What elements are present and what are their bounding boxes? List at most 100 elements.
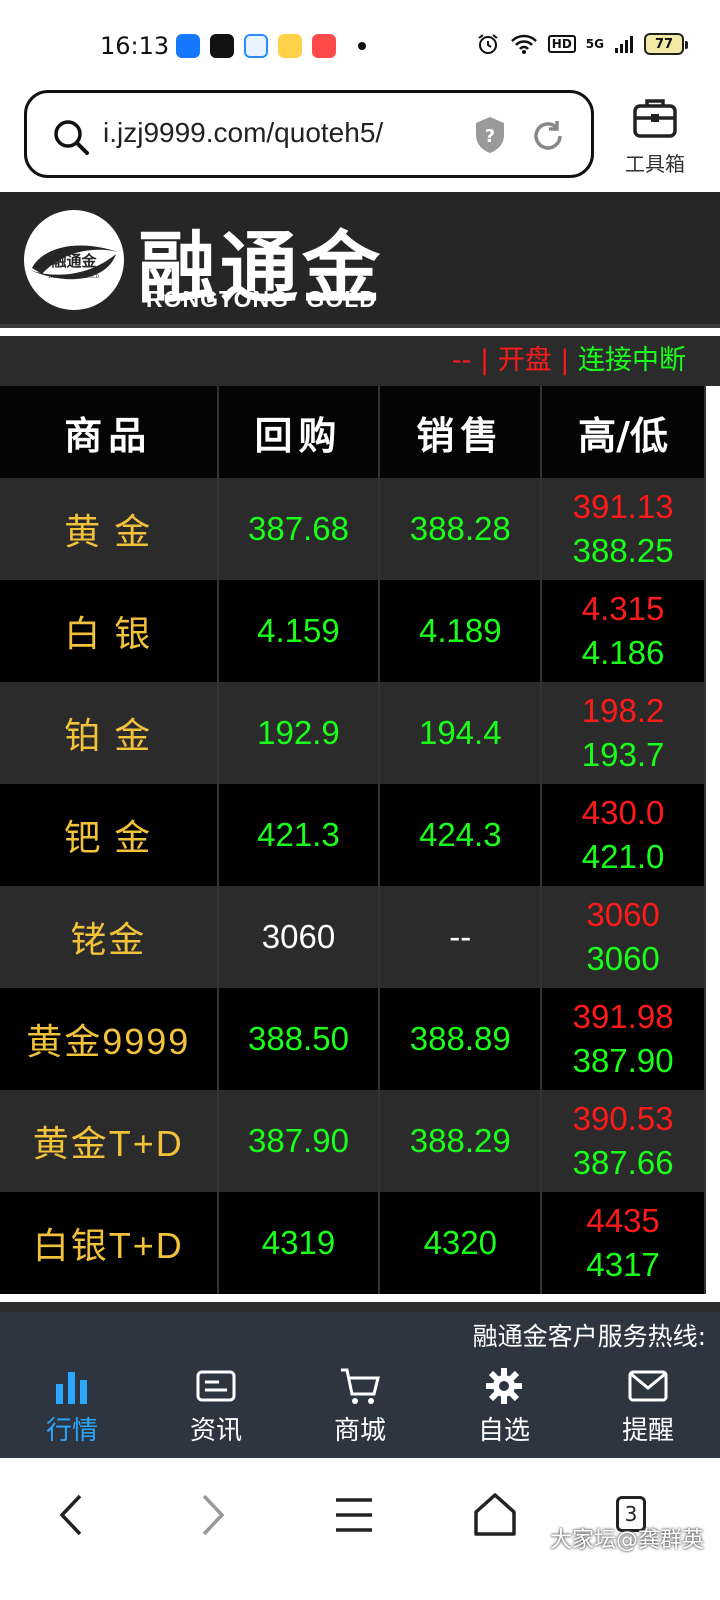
back-icon[interactable] (52, 1490, 92, 1540)
tab-label: 提醒 (621, 1416, 674, 1446)
market-state: 开盘 (497, 345, 552, 376)
high-low-cell: 198.2 193.7 (541, 682, 706, 784)
high-low-cell: 430.0 421.0 (541, 784, 706, 886)
tab-quotes[interactable]: 行情 (0, 1362, 144, 1458)
high-price: 390.53 (572, 1100, 674, 1137)
wallet-icon (278, 34, 302, 58)
high-price: 391.13 (572, 488, 674, 525)
address-bar[interactable]: i.jzj9999.com/quoteh5/ ? (24, 90, 594, 178)
alipay-icon (176, 34, 200, 58)
sell-price: 424.3 (379, 784, 543, 886)
rongtong-logo: 融通金 RONG TONG GOLD (24, 210, 124, 310)
high-low-cell: 391.13 388.25 (541, 478, 706, 580)
browser-app-icon (244, 34, 268, 58)
tab-alerts[interactable]: 提醒 (576, 1362, 720, 1458)
url-text[interactable]: i.jzj9999.com/quoteh5/ (103, 117, 383, 149)
tab-label: 资讯 (189, 1416, 242, 1446)
product-name: 铂 金 (0, 682, 219, 784)
signal-icon (615, 36, 633, 53)
home-icon[interactable] (472, 1490, 518, 1540)
product-name: 钯 金 (0, 784, 219, 886)
shield-icon[interactable]: ? (473, 115, 507, 155)
table-row[interactable]: 黄 金 387.68 388.28 391.13 388.25 (0, 478, 706, 580)
table-bottom-strip (0, 1302, 720, 1312)
sell-price: -- (379, 886, 543, 988)
low-price: 388.25 (572, 532, 674, 569)
high-price: 4.315 (581, 590, 665, 627)
sell-price: 388.89 (379, 988, 543, 1090)
tab-mall[interactable]: 商城 (288, 1362, 432, 1458)
high-low-cell: 391.98 387.90 (541, 988, 706, 1090)
low-price: 4317 (586, 1246, 660, 1283)
product-name: 白银T+D (0, 1192, 219, 1294)
status-time: 16:13 (100, 32, 170, 60)
header-product: 商品 (0, 386, 219, 478)
table-row[interactable]: 钯 金 421.3 424.3 430.0 421.0 (0, 784, 706, 886)
table-row[interactable]: 黄金T+D 387.90 388.29 390.53 387.66 (0, 1090, 706, 1192)
svg-text:融通金: 融通金 (51, 252, 97, 270)
table-row[interactable]: 铂 金 192.9 194.4 198.2 193.7 (0, 682, 706, 784)
buyback-price: 3060 (217, 886, 381, 988)
chart-bars-icon (56, 1372, 87, 1404)
svg-text:RONG TONG GOLD: RONG TONG GOLD (49, 274, 100, 280)
browser-nav-bar: 3 大家坛@龚群英 (0, 1460, 720, 1600)
status-bar: 16:13 HD 5G 77 (0, 0, 720, 84)
status-separator: | (480, 345, 490, 376)
tab-watchlist[interactable]: 自选 (432, 1362, 576, 1458)
table-row[interactable]: 白 银 4.159 4.189 4.315 4.186 (0, 580, 706, 682)
toolbox-button[interactable]: 工具箱 (612, 96, 698, 176)
table-header-row: 商品 回购 销售 高/低 (0, 386, 706, 478)
product-name: 铑金 (0, 886, 219, 988)
tab-news[interactable]: 资讯 (144, 1362, 288, 1458)
network-type: 5G (585, 37, 604, 51)
tiktok-icon (210, 34, 234, 58)
brand-name-en: RONGTONG GOLD (146, 286, 377, 312)
high-low-cell: 390.53 387.66 (541, 1090, 706, 1192)
high-low-cell: 4.315 4.186 (541, 580, 706, 682)
toolbox-icon (633, 99, 677, 138)
watermark: 大家坛@龚群英 (549, 1528, 704, 1553)
low-price: 193.7 (581, 736, 665, 773)
table-row[interactable]: 白银T+D 4319 4320 4435 4317 (0, 1192, 706, 1294)
svg-text:?: ? (485, 126, 495, 147)
more-notifications-icon (358, 42, 366, 50)
connection-state: 连接中断 (578, 345, 686, 376)
buyback-price: 4.159 (217, 580, 381, 682)
header-sell: 销售 (379, 386, 543, 478)
menu-icon[interactable] (332, 1490, 376, 1540)
low-price: 387.66 (572, 1144, 674, 1181)
cart-icon (341, 1368, 380, 1404)
buyback-price: 387.68 (217, 478, 381, 580)
high-low-cell: 4435 4317 (541, 1192, 706, 1294)
buyback-price: 387.90 (217, 1090, 381, 1192)
tab-label: 商城 (333, 1416, 386, 1446)
notification-icons (176, 34, 366, 58)
product-name: 黄 金 (0, 478, 219, 580)
table-row[interactable]: 铑金 3060 -- 3060 3060 (0, 886, 706, 988)
search-icon (54, 120, 89, 155)
low-price: 421.0 (581, 838, 665, 875)
high-low-cell: 3060 3060 (541, 886, 706, 988)
product-name: 黄金T+D (0, 1090, 219, 1192)
forward-icon[interactable] (192, 1490, 232, 1540)
high-price: 391.98 (572, 998, 674, 1035)
connection-status: -- | 开盘 | 连接中断 (0, 336, 720, 386)
quote-table: 商品 回购 销售 高/低 黄 金 387.68 388.28 391.13 388… (0, 386, 706, 1294)
news-card-icon (196, 1370, 236, 1402)
header-high-low: 高/低 (541, 386, 706, 478)
header-buyback: 回购 (217, 386, 381, 478)
sell-price: 388.29 (379, 1090, 543, 1192)
sell-price: 4.189 (379, 580, 543, 682)
mail-icon (628, 1370, 668, 1402)
reload-icon[interactable] (529, 117, 567, 155)
table-row[interactable]: 黄金9999 388.50 388.89 391.98 387.90 (0, 988, 706, 1090)
alarm-icon (478, 34, 498, 54)
bottom-tab-bar: 行情 资讯 商城 自选 提醒 (0, 1362, 720, 1458)
toolbox-label: 工具箱 (625, 152, 685, 176)
product-name: 黄金9999 (0, 988, 219, 1090)
low-price: 3060 (586, 940, 660, 977)
high-price: 3060 (586, 896, 660, 933)
low-price: 4.186 (581, 634, 665, 671)
hd-badge: HD (547, 35, 576, 53)
low-price: 387.90 (572, 1042, 674, 1079)
